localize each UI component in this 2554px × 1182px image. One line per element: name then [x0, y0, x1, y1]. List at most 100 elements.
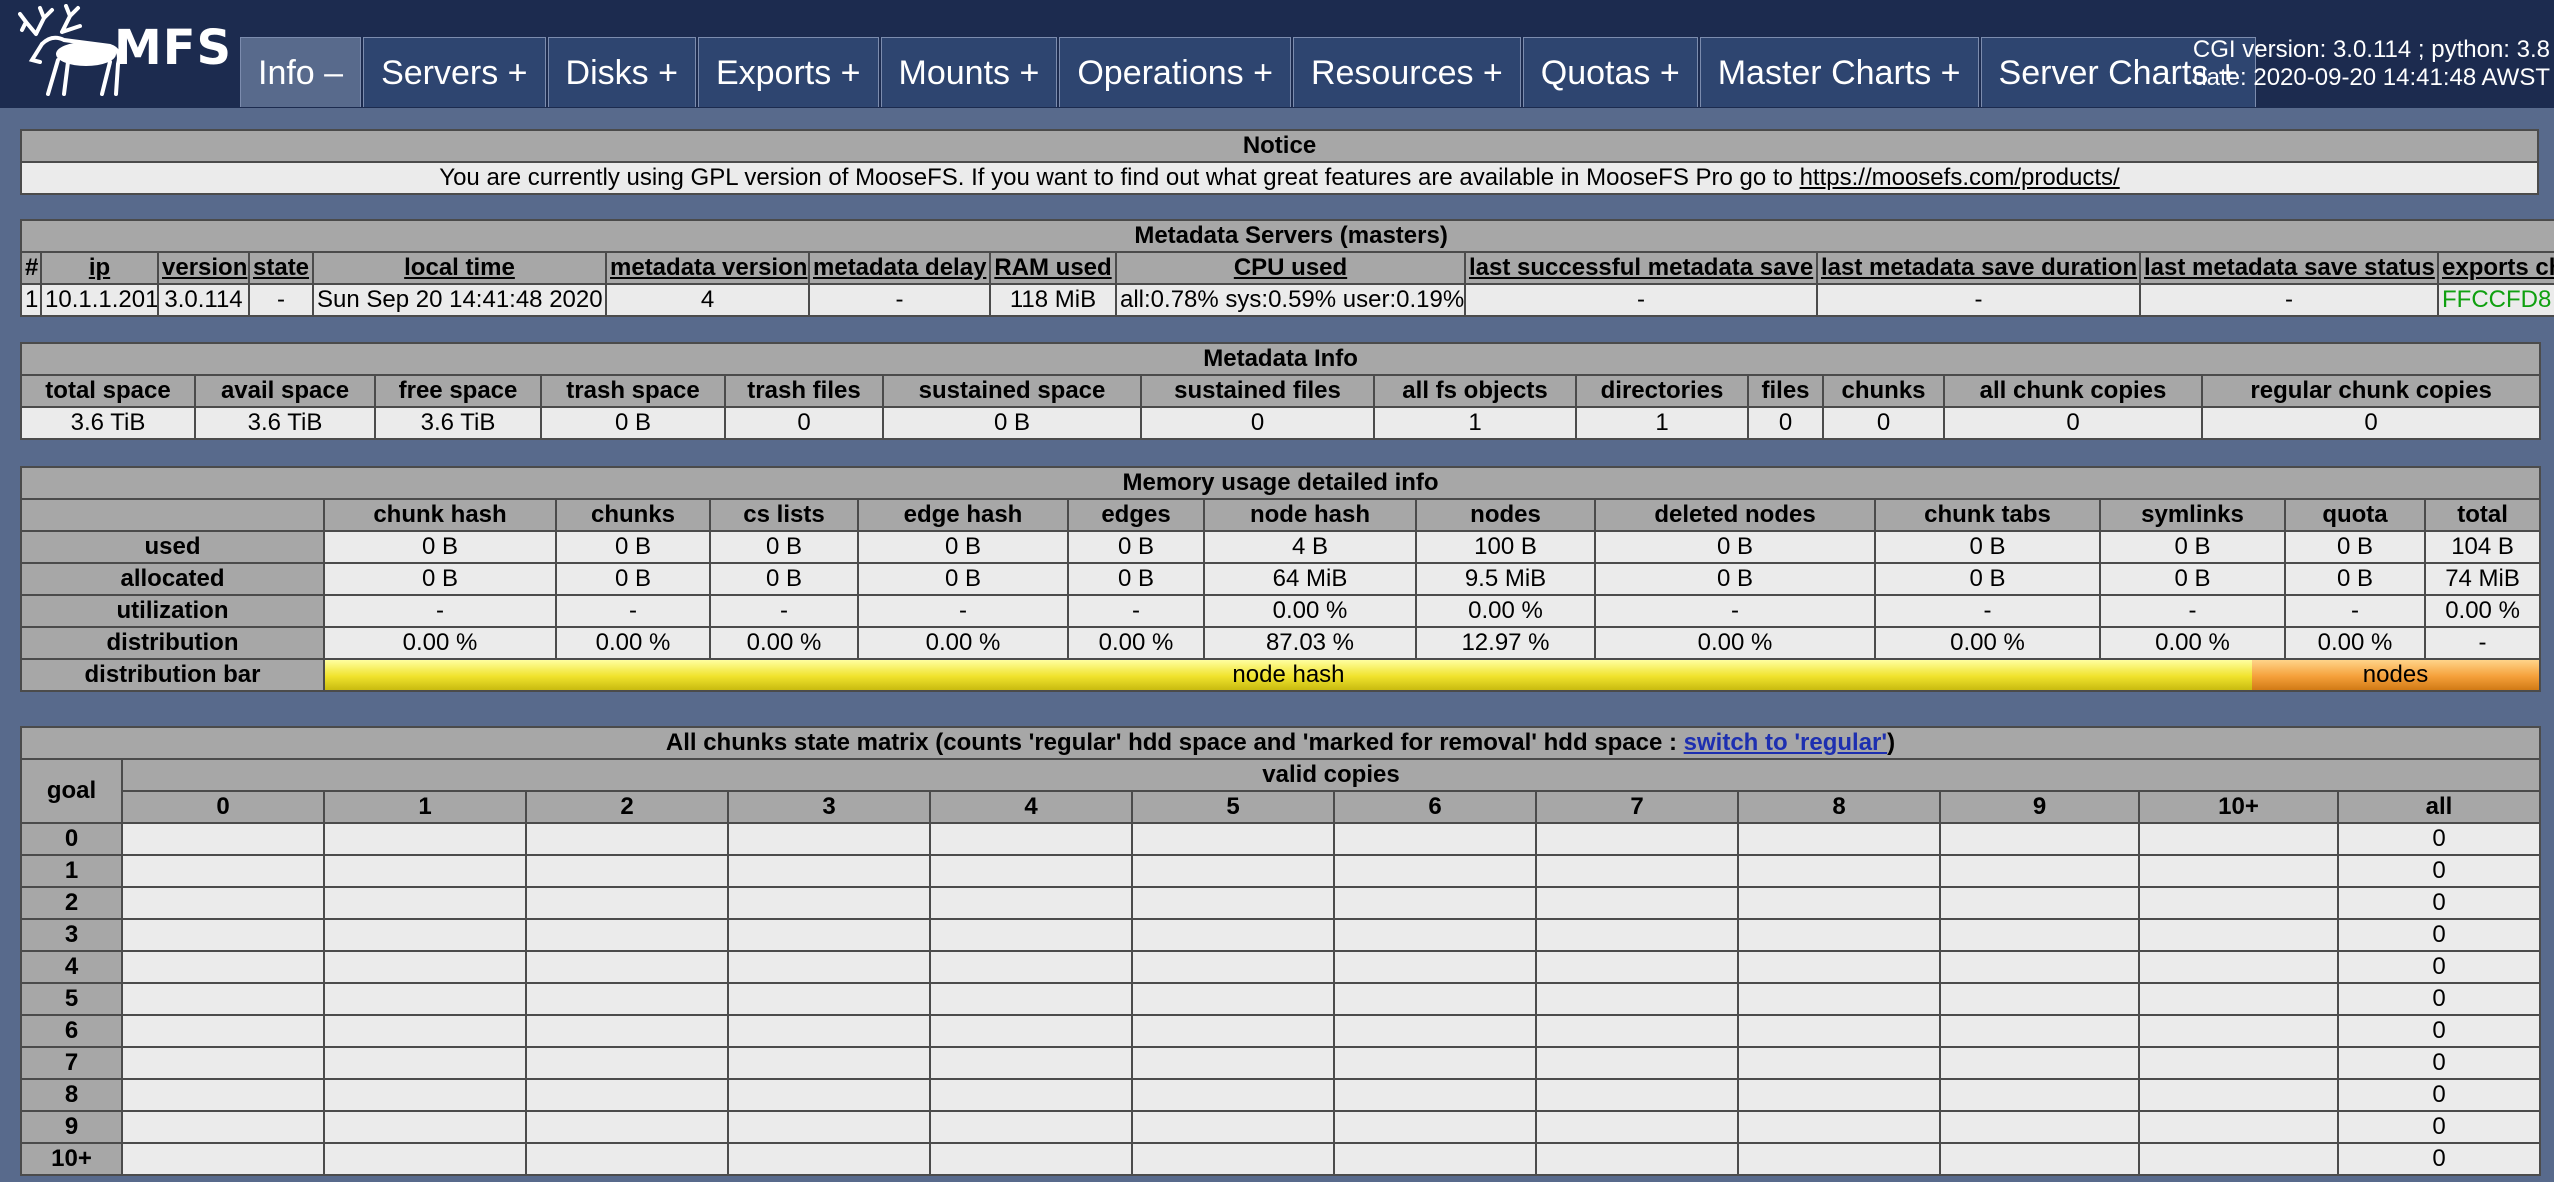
tab-exports[interactable]: Exports +	[697, 37, 879, 107]
value-regular-chunk-copies: 0	[2200, 406, 2542, 440]
matrix-cell	[1333, 1142, 1537, 1176]
memory-cell: -	[555, 594, 711, 628]
matrix-cell	[727, 918, 931, 952]
col-local-time[interactable]: local time	[312, 251, 607, 285]
matrix-cell	[121, 822, 325, 856]
table-row: 80	[20, 1078, 2541, 1112]
col-blank	[20, 498, 325, 532]
col-last-save[interactable]: last successful metadata save	[1464, 251, 1818, 285]
matrix-cell	[525, 982, 729, 1016]
col-metadata-delay[interactable]: metadata delay	[808, 251, 991, 285]
col-ram-used[interactable]: RAM used	[989, 251, 1117, 285]
matrix-cell	[2138, 854, 2339, 888]
col-metadata-version[interactable]: metadata version	[605, 251, 810, 285]
memory-cell: -	[1594, 594, 1876, 628]
table-row: 1 10.1.1.201 3.0.114 - Sun Sep 20 14:41:…	[20, 283, 2554, 317]
matrix-cell	[1333, 886, 1537, 920]
col-save-duration[interactable]: last metadata save duration	[1816, 251, 2141, 285]
col-exports-checksum[interactable]: exports checksum	[2436, 251, 2554, 285]
col-all-chunk-copies: all chunk copies	[1943, 374, 2203, 408]
matrix-cell	[929, 822, 1133, 856]
matrix-cell	[1939, 918, 2140, 952]
matrix-cell	[1535, 918, 1739, 952]
value-avail-space: 3.6 TiB	[194, 406, 376, 440]
col-chunk-hash: chunk hash	[323, 498, 557, 532]
tab-quotas[interactable]: Quotas +	[1522, 37, 1698, 107]
metadata-info-table: Metadata Info total space avail space fr…	[19, 342, 2542, 440]
memory-cell: -	[323, 594, 557, 628]
table-row: 10+ 0	[20, 1142, 2541, 1176]
matrix-goal-label: 1	[20, 854, 123, 888]
table-row: 3.6 TiB 3.6 TiB 3.6 TiB 0 B 0 0 B 0 1 1 …	[20, 406, 2542, 440]
master-state: -	[248, 283, 314, 317]
matrix-cell	[1737, 1142, 1941, 1176]
matrix-goal-label: 5	[20, 982, 123, 1016]
memory-cell: 87.03 %	[1203, 626, 1417, 660]
tab-master-charts[interactable]: Master Charts +	[1699, 37, 1979, 107]
matrix-cell	[727, 1110, 931, 1144]
memory-title: Memory usage detailed info	[19, 466, 2542, 500]
matrix-col-header: 9	[1939, 790, 2140, 824]
matrix-all-cell: 0	[2337, 950, 2541, 984]
matrix-col-header: 8	[1737, 790, 1941, 824]
memory-cell: 0.00 %	[2099, 626, 2286, 660]
matrix-cell	[727, 854, 931, 888]
memory-cell: 0 B	[857, 530, 1069, 564]
col-edges: edges	[1067, 498, 1205, 532]
matrix-cell	[1535, 1142, 1739, 1176]
matrix-cell	[1333, 1046, 1537, 1080]
matrix-cell	[2138, 918, 2339, 952]
switch-to-regular-link[interactable]: switch to 'regular'	[1684, 729, 1887, 756]
master-cpu-used: all:0.78% sys:0.59% user:0.19%	[1115, 283, 1466, 317]
matrix-goal-label: 9	[20, 1110, 123, 1144]
memory-cell: 0 B	[2284, 562, 2426, 596]
memory-cell: 0.00 %	[857, 626, 1069, 660]
master-save-status: -	[2139, 283, 2439, 317]
value-sustained-space: 0 B	[882, 406, 1142, 440]
matrix-col-header: 4	[929, 790, 1133, 824]
value-trash-space: 0 B	[540, 406, 726, 440]
version-info: CGI version: 3.0.114 ; python: 3.8 date:…	[2193, 36, 2550, 92]
master-ip: 10.1.1.201	[40, 283, 159, 317]
tab-operations[interactable]: Operations +	[1059, 37, 1291, 107]
matrix-cell	[1939, 854, 2140, 888]
memory-cell: -	[2423, 626, 2542, 660]
matrix-cell	[1535, 822, 1739, 856]
matrix-cell	[1131, 1078, 1335, 1112]
value-free-space: 3.6 TiB	[374, 406, 542, 440]
matrix-cell	[323, 1078, 527, 1112]
notice-products-link[interactable]: https://moosefs.com/products/	[1800, 164, 2120, 191]
col-state[interactable]: state	[248, 251, 314, 285]
master-metadata-version: 4	[605, 283, 810, 317]
matrix-cell	[1333, 854, 1537, 888]
memory-cell: 74 MiB	[2423, 562, 2542, 596]
master-local-time: Sun Sep 20 14:41:48 2020	[312, 283, 607, 317]
col-cpu-used[interactable]: CPU used	[1115, 251, 1466, 285]
tab-mounts[interactable]: Mounts +	[880, 37, 1058, 107]
tab-disks[interactable]: Disks +	[547, 37, 696, 107]
matrix-all-cell: 0	[2337, 1014, 2541, 1048]
matrix-cell	[1131, 950, 1335, 984]
col-ip[interactable]: ip	[40, 251, 159, 285]
tab-info[interactable]: Info –	[240, 37, 362, 107]
matrix-title: All chunks state matrix (counts 'regular…	[20, 726, 2541, 760]
col-version[interactable]: version	[157, 251, 250, 285]
matrix-cell	[323, 854, 527, 888]
matrix-cell	[2138, 1078, 2339, 1112]
tab-resources[interactable]: Resources +	[1292, 37, 1521, 107]
memory-cell: 104 B	[2423, 530, 2542, 564]
matrix-cell	[2138, 822, 2339, 856]
table-row: 60	[20, 1014, 2541, 1048]
memory-cell: 9.5 MiB	[1415, 562, 1596, 596]
table-row: 20	[20, 886, 2541, 920]
memory-cell: 0.00 %	[555, 626, 711, 660]
matrix-cell	[1939, 1046, 2140, 1080]
matrix-cell	[2138, 982, 2339, 1016]
value-total-space: 3.6 TiB	[20, 406, 196, 440]
col-save-status[interactable]: last metadata save status	[2139, 251, 2439, 285]
matrix-cell	[1939, 1142, 2140, 1176]
matrix-cell	[929, 918, 1133, 952]
tab-servers[interactable]: Servers +	[363, 37, 546, 107]
matrix-cell	[1535, 1014, 1739, 1048]
col-sustained-space: sustained space	[882, 374, 1142, 408]
